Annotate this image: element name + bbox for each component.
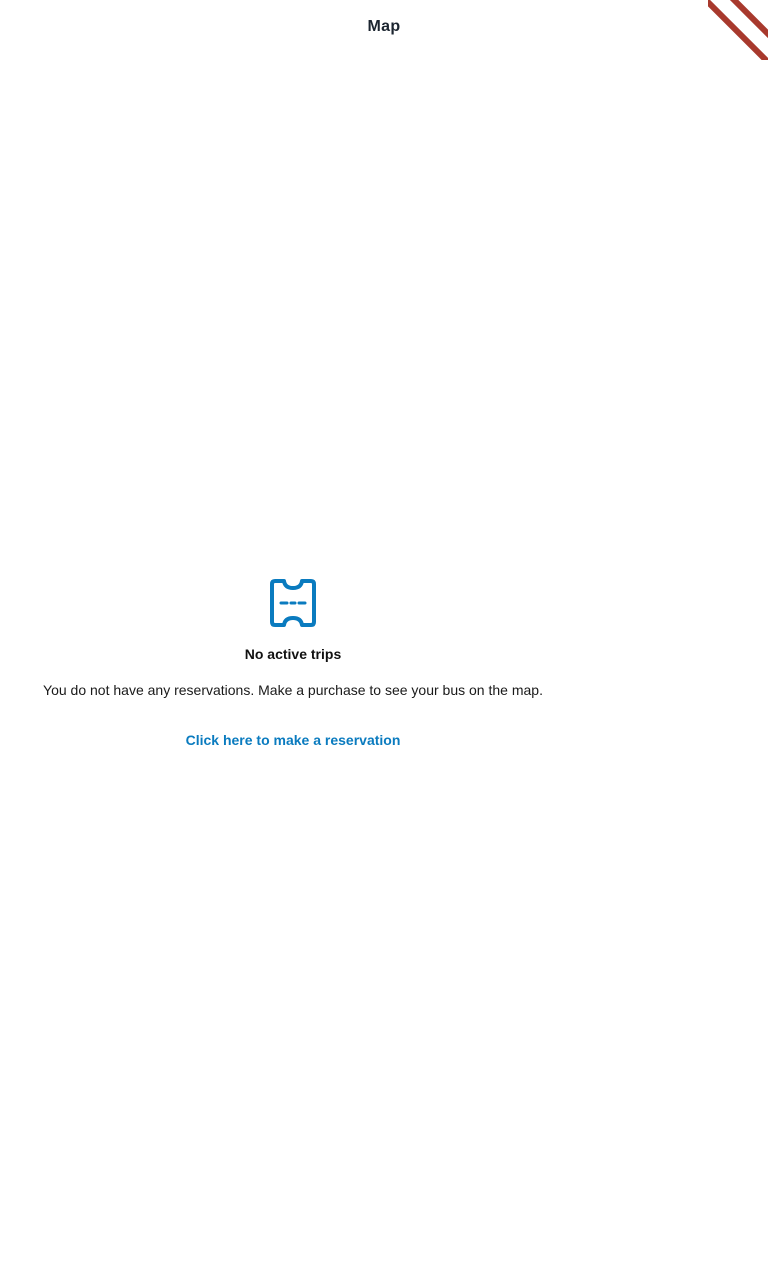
empty-state: No active trips You do not have any rese…	[0, 578, 586, 750]
page-title: Map	[367, 18, 401, 35]
empty-state-message: You do not have any reservations. Make a…	[43, 682, 543, 698]
ticket-icon	[270, 579, 316, 627]
empty-state-title: No active trips	[244, 646, 342, 662]
map-screen: Map No active trips You do not have any …	[0, 0, 768, 1280]
make-reservation-link[interactable]: Click here to make a reservation	[186, 732, 401, 748]
